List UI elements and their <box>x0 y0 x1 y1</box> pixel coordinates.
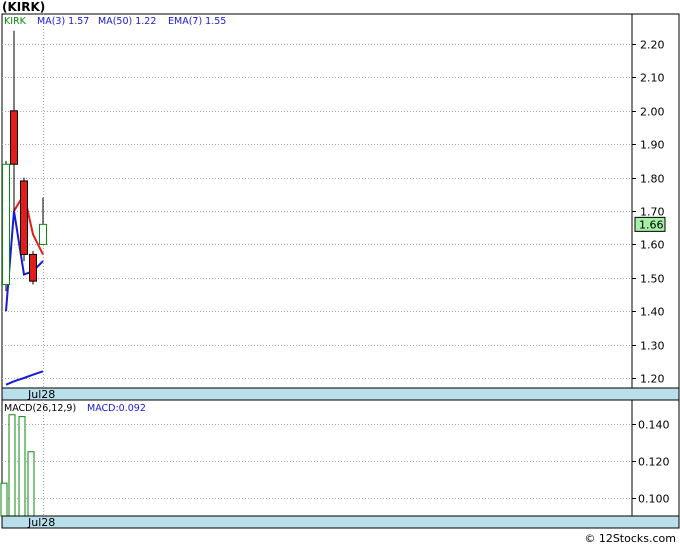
macd-bar <box>27 451 35 517</box>
price-legend-item: KIRK <box>4 16 27 27</box>
macd-tick-label: 0.100 <box>638 493 670 506</box>
price-panel: 1.20 1.30 1.40 1.50 1.60 1.70 1.80 1.90 2.00 2.10… <box>1 13 680 401</box>
macd-bar <box>18 416 26 517</box>
price-tick-label: 1.20 <box>640 373 665 386</box>
price-axis-frame <box>631 13 680 389</box>
price-tick-label: 1.70 <box>640 206 665 219</box>
last-price-label: 1.66 <box>639 218 664 231</box>
candle-body <box>10 110 18 165</box>
price-tick-label: 1.50 <box>640 273 665 286</box>
macd-legend-item: MACD:0.092 <box>87 403 146 414</box>
candle-body <box>20 180 28 255</box>
price-date-label: Jul28 <box>27 388 55 401</box>
price-tick-label: 2.10 <box>640 72 665 85</box>
price-legend-item: MA(3) 1.57 <box>37 16 89 27</box>
macd-xaxis-band <box>1 515 680 529</box>
price-plot-frame <box>1 13 633 389</box>
macd-bar <box>8 414 16 517</box>
price-legend-item: EMA(7) 1.55 <box>168 16 226 27</box>
price-tick-label: 1.40 <box>640 306 665 319</box>
candle-body <box>2 163 10 285</box>
candle-body <box>39 223 47 245</box>
price-tick-label: 2.00 <box>640 106 665 119</box>
price-tick-label: 1.60 <box>640 239 665 252</box>
copyright-footer: © 12Stocks.com <box>584 532 676 545</box>
price-legend-item: MA(50) 1.22 <box>98 16 156 27</box>
price-tick-label: 1.80 <box>640 173 665 186</box>
macd-tick-label: 0.140 <box>638 419 670 432</box>
macd-bar <box>0 482 8 517</box>
macd-panel: 0.100 0.120 0.140 MACD(26,12,9) MACD:0.092 Ju… <box>0 399 680 529</box>
price-tick-label: 2.20 <box>640 39 665 52</box>
macd-date-label: Jul28 <box>27 516 55 529</box>
price-xaxis-band <box>1 387 680 401</box>
macd-tick-label: 0.120 <box>638 456 670 469</box>
macd-legend-item: MACD(26,12,9) <box>4 403 76 414</box>
stock-chart: 1.20 1.30 1.40 1.50 1.60 1.70 1.80 1.90 2.00 2.10… <box>0 13 680 529</box>
ticker-title: (KIRK) <box>2 0 46 14</box>
candle-body <box>29 253 37 282</box>
price-tick-label: 1.30 <box>640 340 665 353</box>
price-tick-label: 1.90 <box>640 139 665 152</box>
